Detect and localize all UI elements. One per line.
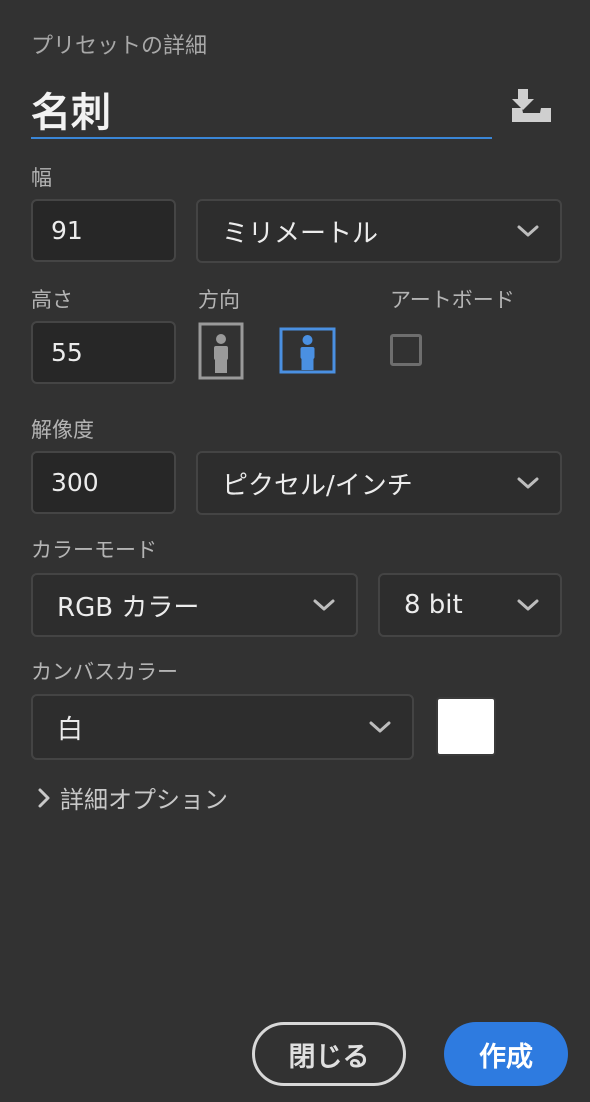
- resolution-unit-value: ピクセル/インチ: [222, 470, 413, 501]
- chevron-right-icon: [38, 788, 50, 807]
- width-unit-select[interactable]: ミリメートル: [196, 199, 562, 263]
- advanced-options-toggle[interactable]: 詳細オプション: [36, 780, 228, 815]
- chevron-down-icon: [313, 599, 335, 611]
- save-preset-icon: [512, 89, 551, 122]
- chevron-down-icon: [517, 477, 539, 489]
- height-input[interactable]: 55: [31, 321, 176, 384]
- bit-depth-value: 8 bit: [404, 590, 463, 620]
- color-mode-select[interactable]: RGB カラー: [31, 573, 358, 637]
- color-mode-label: カラーモード: [31, 538, 157, 562]
- canvas-color-select[interactable]: 白: [31, 694, 414, 760]
- bit-depth-select[interactable]: 8 bit: [378, 573, 562, 637]
- width-input[interactable]: 91: [31, 199, 176, 262]
- artboard-checkbox[interactable]: [390, 334, 422, 366]
- width-unit-value: ミリメートル: [222, 218, 379, 249]
- canvas-color-value: 白: [57, 714, 84, 745]
- portrait-orientation-icon: [198, 322, 244, 380]
- chevron-down-icon: [369, 721, 391, 733]
- preset-name-input[interactable]: 名刺: [31, 80, 111, 138]
- height-label: 高さ: [31, 288, 73, 312]
- resolution-unit-select[interactable]: ピクセル/インチ: [196, 451, 562, 515]
- close-button[interactable]: 閉じる: [252, 1022, 406, 1086]
- canvas-color-swatch[interactable]: [436, 697, 496, 756]
- artboard-label: アートボード: [390, 288, 515, 312]
- preset-name-underline: [31, 137, 492, 139]
- color-mode-value: RGB カラー: [57, 592, 200, 623]
- portrait-orientation-button[interactable]: [198, 322, 244, 380]
- landscape-orientation-button[interactable]: [279, 327, 336, 374]
- orientation-label: 方向: [198, 288, 240, 312]
- landscape-orientation-icon: [279, 327, 336, 374]
- preset-details-title: プリセットの詳細: [31, 34, 208, 59]
- advanced-options-label: 詳細オプション: [60, 786, 228, 814]
- create-button[interactable]: 作成: [444, 1022, 568, 1086]
- resolution-label: 解像度: [31, 418, 94, 442]
- width-label: 幅: [31, 166, 52, 190]
- chevron-down-icon: [517, 599, 539, 611]
- chevron-down-icon: [517, 225, 539, 237]
- resolution-input[interactable]: 300: [31, 451, 176, 514]
- save-preset-button[interactable]: [506, 86, 558, 126]
- canvas-color-label: カンバスカラー: [31, 660, 178, 684]
